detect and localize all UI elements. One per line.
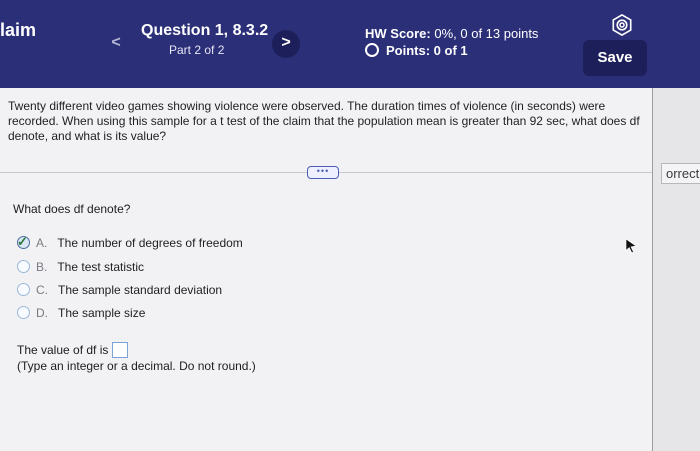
question-text: Twenty different video games showing vio… (8, 99, 640, 143)
radio-button[interactable] (17, 283, 30, 296)
radio-button[interactable] (17, 260, 30, 273)
checkmark-icon: ✓ (17, 234, 28, 249)
radio-button[interactable] (17, 306, 30, 319)
subquestion-text: What does df denote? (13, 202, 131, 216)
hw-score: HW Score: 0%, 0 of 13 points (365, 26, 538, 41)
question-title: Question 1, 8.3.2 (141, 22, 269, 39)
hw-score-value: 0%, 0 of 13 points (434, 26, 539, 41)
next-question-button[interactable]: > (272, 30, 300, 58)
answer-instruction: (Type an integer or a decimal. Do not ro… (17, 359, 256, 373)
value-prompt-text: The value of df is (17, 343, 109, 357)
side-panel-edge: orrect (652, 88, 700, 451)
option-text: The number of degrees of freedom (57, 236, 243, 250)
option-letter: A. (36, 236, 48, 250)
side-label: orrect (661, 163, 700, 184)
radio-button[interactable]: ✓ (17, 234, 30, 249)
option-a[interactable]: ✓ A. The number of degrees of freedom (17, 234, 243, 251)
save-button[interactable]: Save (583, 40, 647, 76)
option-c[interactable]: C. The sample standard deviation (17, 282, 222, 298)
question-panel: Twenty different video games showing vio… (0, 88, 652, 451)
points-label: Points: 0 of 1 (386, 43, 468, 58)
gear-icon[interactable] (611, 14, 633, 36)
option-b[interactable]: B. The test statistic (17, 259, 144, 275)
previous-question-button[interactable]: < (102, 30, 130, 58)
option-letter: C. (36, 283, 48, 297)
expand-handle[interactable]: ••• (307, 166, 339, 179)
answer-input[interactable] (112, 342, 129, 358)
hw-score-label: HW Score: (365, 26, 431, 41)
option-text: The sample standard deviation (58, 283, 223, 297)
question-part: Part 2 of 2 (169, 43, 225, 57)
option-text: The test statistic (57, 260, 145, 274)
value-prompt: The value of df is (17, 342, 129, 358)
option-letter: B. (36, 260, 48, 274)
points-status: Points: 0 of 1 (365, 43, 468, 58)
option-letter: D. (36, 306, 48, 320)
mouse-cursor-icon (625, 238, 637, 254)
option-d[interactable]: D. The sample size (17, 305, 145, 321)
circle-icon (365, 43, 379, 57)
assignment-title-fragment: laim (0, 20, 37, 40)
option-text: The sample size (58, 306, 146, 320)
top-bar: laim < Question 1, 8.3.2 Part 2 of 2 > H… (0, 0, 700, 88)
